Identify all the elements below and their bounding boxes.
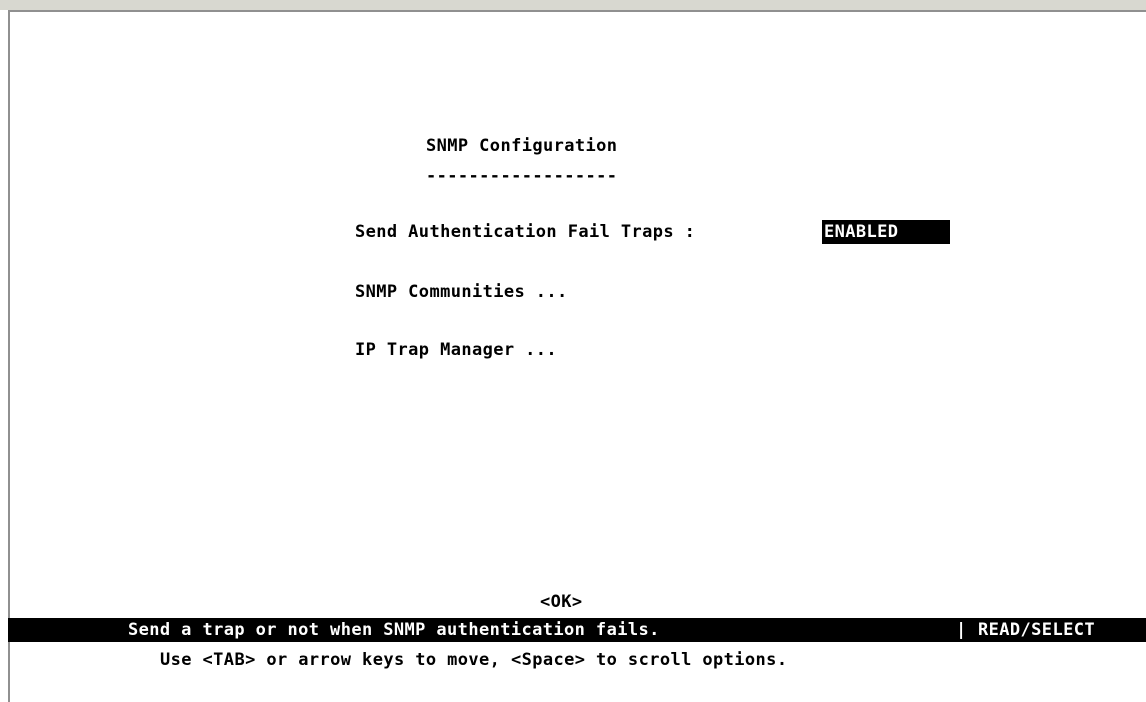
ok-button[interactable]: <OK>: [540, 592, 583, 612]
page-title: SNMP Configuration: [426, 136, 618, 156]
status-mode: READ/SELECT: [978, 620, 1095, 640]
terminal-window: SNMP Configuration ------------------ Se…: [0, 0, 1146, 702]
auth-fail-traps-label: Send Authentication Fail Traps :: [355, 222, 696, 242]
ip-trap-manager-menu-item[interactable]: IP Trap Manager ...: [355, 340, 557, 360]
terminal-screen: SNMP Configuration ------------------ Se…: [8, 12, 1146, 702]
status-separator: |: [956, 620, 967, 640]
help-text: Use <TAB> or arrow keys to move, <Space>…: [160, 650, 788, 670]
status-bar: Send a trap or not when SNMP authenticat…: [8, 618, 1146, 642]
status-message: Send a trap or not when SNMP authenticat…: [128, 620, 660, 640]
window-top-border: [0, 0, 1146, 10]
title-underline: ------------------: [426, 166, 618, 186]
snmp-communities-menu-item[interactable]: SNMP Communities ...: [355, 282, 568, 302]
auth-fail-traps-value[interactable]: ENABLED: [822, 220, 950, 244]
